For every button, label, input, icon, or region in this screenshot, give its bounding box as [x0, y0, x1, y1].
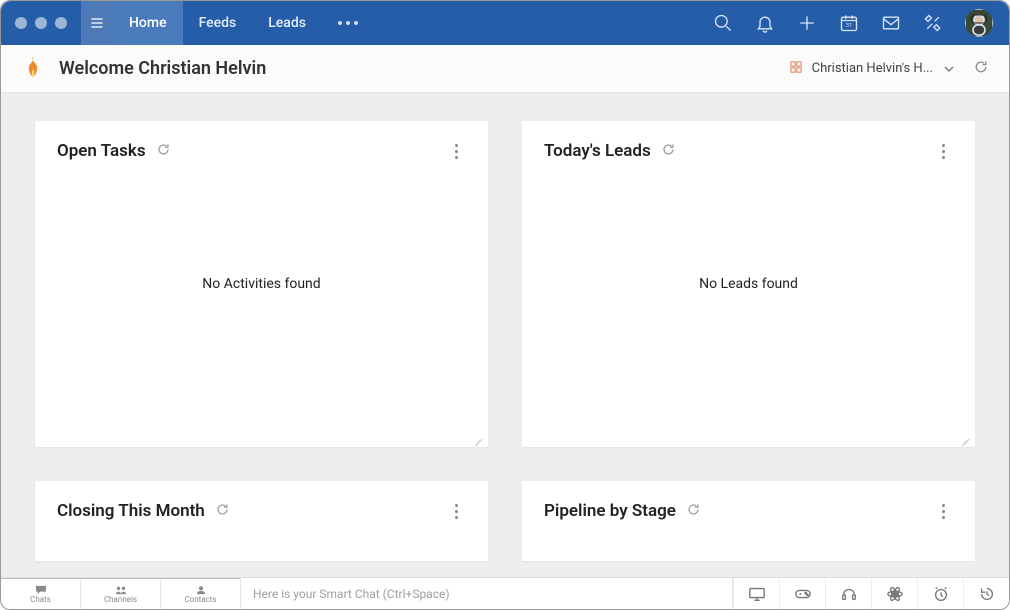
- card-pipeline: Pipeline by Stage: [522, 481, 975, 561]
- refresh-icon[interactable]: [215, 502, 230, 521]
- footer-tab-label: Chats: [30, 595, 51, 604]
- alarm-icon[interactable]: [917, 578, 963, 609]
- footer-utility-icons: [733, 578, 1009, 609]
- account-name: Christian Helvin's H...: [812, 61, 933, 76]
- card-menu-button[interactable]: [446, 144, 466, 159]
- calendar-icon[interactable]: 31: [839, 13, 859, 33]
- plus-icon[interactable]: [797, 13, 817, 33]
- atom-icon[interactable]: [871, 578, 917, 609]
- card-title: Closing This Month: [57, 501, 205, 521]
- app-logo-icon: [21, 55, 45, 83]
- card-title: Pipeline by Stage: [544, 501, 676, 521]
- gamepad-icon[interactable]: [779, 578, 825, 609]
- resize-handle[interactable]: [472, 433, 484, 445]
- footer-tab-contacts[interactable]: Contacts: [161, 578, 241, 609]
- card-closing-month: Closing This Month: [35, 481, 488, 561]
- toolbar-icons: 31: [697, 1, 1009, 45]
- top-bar: Home Feeds Leads 31: [1, 1, 1009, 45]
- card-todays-leads: Today's Leads No Leads found: [522, 121, 975, 447]
- card-menu-button[interactable]: [933, 144, 953, 159]
- account-switcher[interactable]: Christian Helvin's H...: [790, 61, 955, 77]
- tools-icon[interactable]: [923, 13, 943, 33]
- refresh-icon[interactable]: [686, 502, 701, 521]
- empty-state-text: No Activities found: [202, 276, 320, 292]
- history-icon[interactable]: [963, 578, 1009, 609]
- footer-tab-channels[interactable]: Channels: [81, 578, 161, 609]
- menu-button[interactable]: [81, 1, 113, 45]
- window-max-dot[interactable]: [55, 17, 67, 29]
- smart-chat-input[interactable]: Here is your Smart Chat (Ctrl+Space): [241, 578, 733, 609]
- nav-feeds[interactable]: Feeds: [183, 1, 253, 45]
- nav-leads[interactable]: Leads: [252, 1, 322, 45]
- main-nav: Home Feeds Leads: [113, 1, 322, 45]
- footer-tab-label: Channels: [104, 595, 137, 604]
- user-avatar[interactable]: [965, 9, 993, 37]
- window-controls: [1, 1, 81, 45]
- search-icon[interactable]: [713, 13, 733, 33]
- card-menu-button[interactable]: [933, 504, 953, 519]
- headset-icon[interactable]: [825, 578, 871, 609]
- footer-tab-label: Contacts: [184, 595, 216, 604]
- window-close-dot[interactable]: [15, 17, 27, 29]
- svg-text:31: 31: [846, 23, 853, 29]
- mail-icon[interactable]: [881, 13, 901, 33]
- screen-icon[interactable]: [733, 578, 779, 609]
- card-title: Today's Leads: [544, 141, 651, 161]
- dashboard-content: Open Tasks No Activities found Today's L…: [1, 93, 1009, 577]
- welcome-text: Welcome Christian Helvin: [59, 58, 266, 79]
- card-title: Open Tasks: [57, 141, 146, 161]
- refresh-page-button[interactable]: [973, 59, 989, 79]
- refresh-icon[interactable]: [661, 142, 676, 161]
- window-min-dot[interactable]: [35, 17, 47, 29]
- page-header: Welcome Christian Helvin Christian Helvi…: [1, 45, 1009, 93]
- resize-handle[interactable]: [959, 433, 971, 445]
- nav-home[interactable]: Home: [113, 1, 183, 45]
- bell-icon[interactable]: [755, 13, 775, 33]
- chevron-down-icon: [943, 63, 955, 75]
- footer-bar: Chats Channels Contacts Here is your Sma…: [1, 577, 1009, 609]
- empty-state-text: No Leads found: [699, 276, 798, 292]
- card-menu-button[interactable]: [446, 504, 466, 519]
- refresh-icon[interactable]: [156, 142, 171, 161]
- card-open-tasks: Open Tasks No Activities found: [35, 121, 488, 447]
- nav-more[interactable]: [322, 1, 374, 45]
- footer-tab-chats[interactable]: Chats: [1, 578, 81, 609]
